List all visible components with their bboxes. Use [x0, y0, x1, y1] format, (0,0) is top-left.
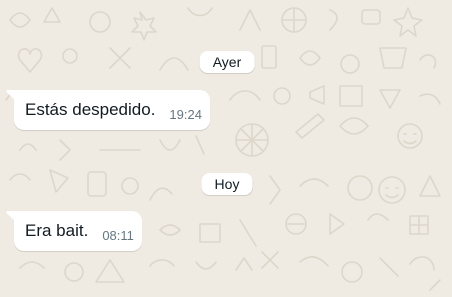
- date-separator-hoy: Hoy: [201, 173, 253, 195]
- message-timestamp: 08:11: [102, 228, 134, 243]
- date-separator-ayer: Ayer: [199, 51, 255, 73]
- message-text: Era bait.: [25, 221, 89, 240]
- incoming-message[interactable]: Era bait. 08:11: [6, 211, 142, 251]
- message-timestamp: 19:24: [169, 107, 202, 122]
- chat-wallpaper-pattern: [5, 7, 441, 291]
- chat-panel: Ayer Estás despedido. 19:24 Hoy Era bait…: [0, 0, 452, 297]
- message-text: Estás despedido.: [25, 100, 156, 119]
- bubble-tail: [6, 211, 14, 220]
- incoming-message[interactable]: Estás despedido. 19:24: [6, 90, 210, 130]
- bubble-tail: [6, 90, 14, 99]
